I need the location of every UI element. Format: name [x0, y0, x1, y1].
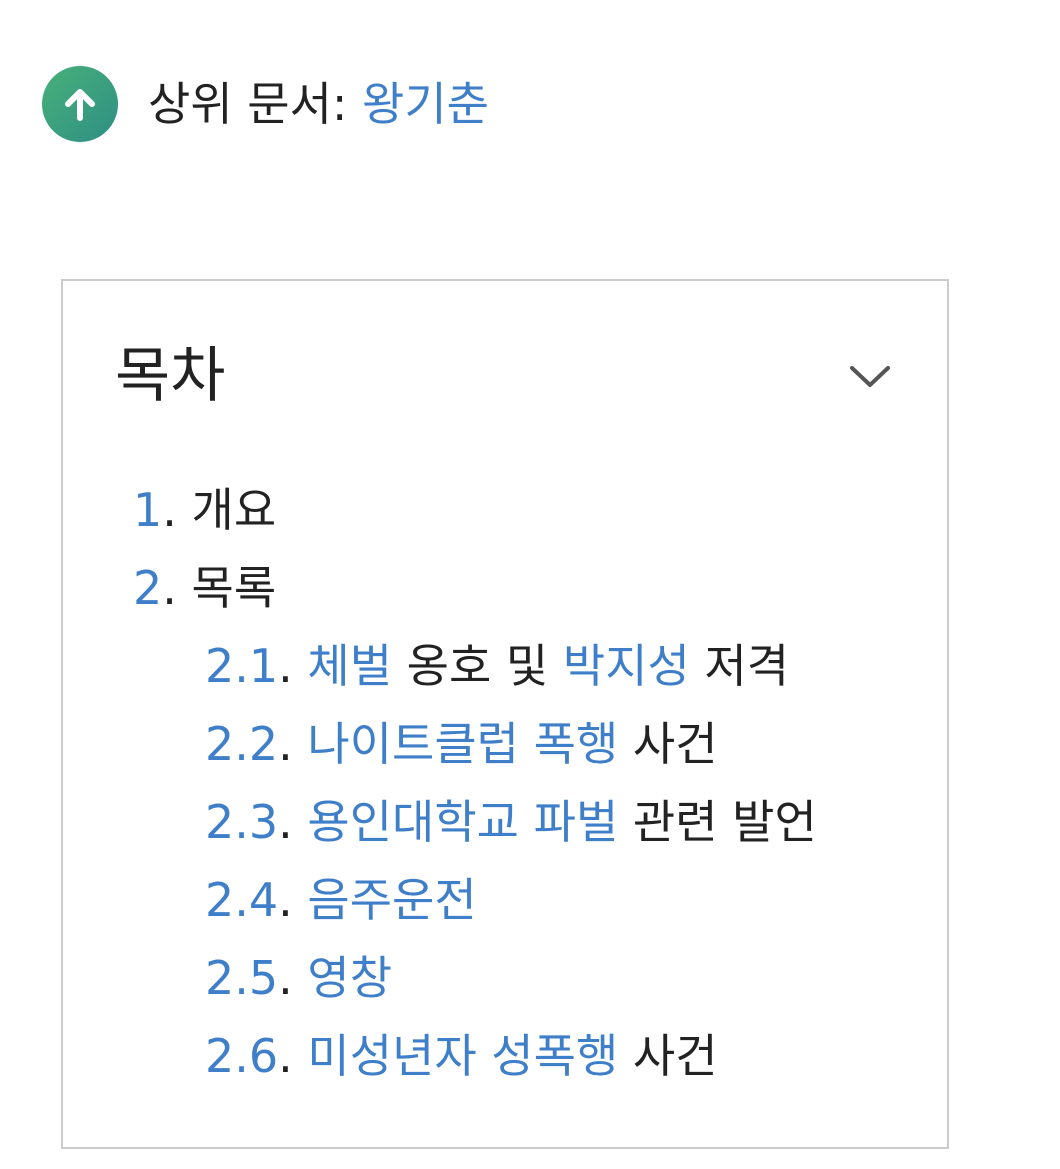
toc-item-link[interactable]: 박지성 [563, 639, 690, 693]
toc-item-number[interactable]: 1 [133, 483, 162, 537]
toc-item-text: 옹호 및 [392, 639, 563, 693]
parent-document-link[interactable]: 왕기춘 [362, 77, 489, 131]
toc-item-number[interactable]: 2.2 [205, 717, 278, 771]
toc-item: 2.6. 미성년자 성폭행 사건 [63, 1017, 947, 1095]
toc-item-link[interactable]: 영창 [307, 951, 392, 1005]
toc-item-text: 관련 발언 [618, 795, 817, 849]
toc-item-text: 개요 [191, 483, 277, 537]
toc-item-separator: . [278, 873, 308, 927]
chevron-down-icon [850, 366, 890, 387]
toc-item-text: 목록 [191, 561, 277, 615]
toc-item-link[interactable]: 용인대학교 파벌 [307, 795, 618, 849]
toc-item-link[interactable]: 체벌 [307, 639, 392, 693]
toc-title: 목차 [115, 341, 226, 411]
toc-item-number[interactable]: 2.1 [205, 639, 278, 693]
toc-item-separator: . [278, 951, 308, 1005]
toc-item: 2.2. 나이트클럽 폭행 사건 [63, 705, 947, 783]
parent-document-label: 상위 문서: 왕기춘 [148, 81, 489, 127]
toc-item-separator: . [278, 795, 308, 849]
toc-item-number[interactable]: 2.6 [205, 1029, 278, 1083]
toc-toggle-button[interactable] [845, 355, 895, 399]
table-of-contents: 목차 1. 개요 2. 목록 2.1. 체벌 옹호 및 박지성 저격 2.2. 나이트… [61, 279, 949, 1149]
toc-item-link[interactable]: 나이트클럽 폭행 [307, 717, 618, 771]
toc-item: 1. 개요 [63, 471, 947, 549]
toc-item-number[interactable]: 2 [133, 561, 162, 615]
toc-item-separator: . [278, 639, 308, 693]
toc-item-text: 사건 [618, 717, 718, 771]
toc-item-link[interactable]: 음주운전 [307, 873, 476, 927]
toc-item: 2.4. 음주운전 [63, 861, 947, 939]
toc-item-separator: . [162, 483, 192, 537]
toc-item-separator: . [278, 1029, 308, 1083]
toc-item-number[interactable]: 2.4 [205, 873, 278, 927]
toc-item-separator: . [278, 717, 308, 771]
toc-item-separator: . [162, 561, 192, 615]
toc-item: 2.5. 영창 [63, 939, 947, 1017]
toc-item: 2. 목록 [63, 549, 947, 627]
toc-item-number[interactable]: 2.5 [205, 951, 278, 1005]
toc-item-text: 저격 [689, 639, 790, 693]
toc-item: 2.1. 체벌 옹호 및 박지성 저격 [63, 627, 947, 705]
toc-header: 목차 [115, 341, 895, 411]
parent-document-prefix: 상위 문서: [148, 77, 363, 131]
arrow-up-glyph [65, 89, 95, 121]
toc-list: 1. 개요 2. 목록 2.1. 체벌 옹호 및 박지성 저격 2.2. 나이트클럽 … [63, 471, 947, 1095]
toc-item-link[interactable]: 미성년자 성폭행 [307, 1029, 618, 1083]
toc-item: 2.3. 용인대학교 파벌 관련 발언 [63, 783, 947, 861]
arrow-up-circle-icon[interactable] [42, 66, 118, 142]
toc-item-number[interactable]: 2.3 [205, 795, 278, 849]
toc-item-text: 사건 [618, 1029, 718, 1083]
parent-document-nav: 상위 문서: 왕기춘 [42, 66, 489, 142]
